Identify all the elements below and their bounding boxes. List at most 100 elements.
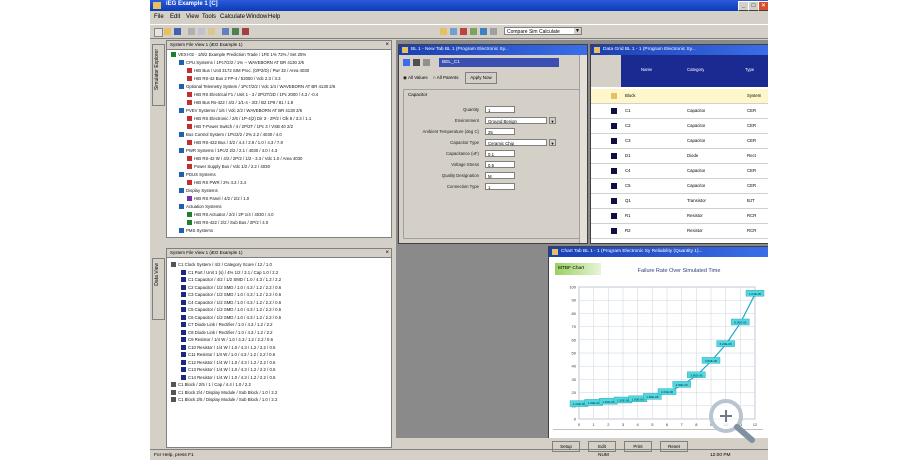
tree-item[interactable]: HIB RS PWR / 2% 4.2 / 3.4 <box>187 179 246 186</box>
paste-icon[interactable] <box>208 28 215 35</box>
chevron-down-icon[interactable]: ▼ <box>574 28 581 34</box>
properties-scrollbar[interactable] <box>579 55 587 243</box>
tree-item[interactable]: HIB Bus Rs-422 / 4/2 / 1/1-4 - 3/3 / B2 … <box>187 99 293 106</box>
tree-item[interactable]: C11 Resistor / 1/4 W / 1.0 / 4.3 / 1.2 /… <box>181 351 275 358</box>
menu-tools[interactable]: Tools <box>202 14 216 20</box>
table-row[interactable]: R1 Resistor RCR <box>591 209 768 224</box>
tree-item[interactable]: VEXI-02 - 1/8/2 Example Prediction Trade… <box>171 51 306 58</box>
tree-item[interactable]: C3 Capacitor / 1/2 SMD / 1.0 / 4.3 / 1.2… <box>181 291 281 298</box>
tree-item[interactable]: HIB RS Electronic / 2/6 / 1P-4(2) Dir 3 … <box>187 115 311 122</box>
new-icon[interactable] <box>154 28 163 37</box>
chart-icon[interactable] <box>460 28 467 35</box>
nav-back-icon[interactable] <box>403 59 410 66</box>
stop-icon[interactable] <box>242 28 249 35</box>
tree-item[interactable]: PWR Systems / 1Pc/2 2/2 / 2.1 / 4030 / 4… <box>179 147 277 154</box>
chart-titlebar[interactable]: Chart Tab BL 1 - 1 (Program Electronic S… <box>549 247 768 257</box>
table-row[interactable]: C1 Capacitor CER <box>591 104 768 119</box>
calc-icon[interactable] <box>232 28 239 35</box>
property-value[interactable]: 1 <box>485 106 515 113</box>
menu-file[interactable]: File <box>154 14 164 20</box>
tree-item[interactable]: Actuation Systems <box>179 203 222 210</box>
tree-item[interactable]: C1 Block 2/5 / Display Module / Sub Bloc… <box>171 396 277 403</box>
tree-item[interactable]: Power Supply Bus / Vdc 1/2 / 2.2 / 4030 <box>187 163 270 170</box>
column-header-category[interactable]: Category <box>687 65 704 75</box>
tree-item[interactable]: HIB RS Panel / 4/2 / 2/2 / 1.0 <box>187 195 249 202</box>
column-header-type[interactable]: Type <box>745 65 754 75</box>
tree-item[interactable]: HIB T-Power Switch / 4 / 2P/2T / 1Pc 3 /… <box>187 123 293 130</box>
copy-icon[interactable] <box>198 28 205 35</box>
column-header-name[interactable]: Name <box>641 65 652 75</box>
property-value[interactable]: Ground Benign <box>485 117 547 124</box>
tree-item[interactable]: C6 Capacitor / 1/2 SMD / 1.0 / 4.3 / 1.2… <box>181 314 281 321</box>
tab-data-view[interactable]: Data View <box>152 258 165 320</box>
table-row[interactable]: R2 Resistor RCR <box>591 224 768 239</box>
refresh-icon[interactable] <box>423 59 430 66</box>
menu-view[interactable]: View <box>186 14 199 20</box>
close-icon[interactable]: × <box>385 249 389 257</box>
print-icon[interactable] <box>222 28 229 35</box>
tree-item[interactable]: C14 Resistor / 1/4 W / 1.0 / 4.3 / 1.2 /… <box>181 374 275 381</box>
menu-window[interactable]: Window <box>246 14 267 20</box>
item-name-field[interactable]: BEL_C1 <box>439 58 559 67</box>
table-row[interactable]: C5 Capacitor CER <box>591 179 768 194</box>
tree-item[interactable]: C12 Resistor / 1/4 W / 1.0 / 4.3 / 1.2 /… <box>181 359 275 366</box>
tree-item[interactable]: HIB RS Actuator / 2/2 / 2P 1/4 / 4030 / … <box>187 211 273 218</box>
tree-item[interactable]: HIB RS-422 / 2/2 / Sub Bus / 2P/2 / 4.0 <box>187 219 268 226</box>
property-value[interactable]: 1 <box>485 183 515 190</box>
close-button[interactable]: × <box>758 1 768 11</box>
tree-item[interactable]: C1 Block / 2/5 / 1 / Cap / 4.4 / 1.0 / 2… <box>171 381 251 388</box>
menu-edit[interactable]: Edit <box>170 14 180 20</box>
tab-simulator-explorer[interactable]: Simulator Explorer <box>152 44 165 106</box>
tree-item[interactable]: C1 Part / Unit 1 (s) / 4% 1/2 / 3.1 / Ca… <box>181 269 278 276</box>
tree-item[interactable]: CPU Systems / 1Pc7/2/2 / 1% -- WAVEBORN … <box>179 59 304 66</box>
tree-item[interactable]: C13 Resistor / 1/4 W / 1.0 / 4.3 / 1.2 /… <box>181 366 275 373</box>
save-icon[interactable] <box>174 28 181 35</box>
open-icon[interactable] <box>164 28 171 35</box>
radio-all-parents[interactable]: ○ All Parents <box>433 75 459 80</box>
tree-item[interactable]: C2 Capacitor / 1/2 SMD / 1.0 / 4.3 / 1.2… <box>181 284 281 291</box>
tree-item[interactable]: C7 Diode Link / Rectifier / 1.0 / 4.3 / … <box>181 321 273 328</box>
property-value[interactable]: M <box>485 172 515 179</box>
report-icon[interactable] <box>470 28 477 35</box>
tree-item[interactable]: C8 Diode Link / Rectifier / 1.0 / 4.3 / … <box>181 329 273 336</box>
tree-item[interactable]: C10 Resistor / 1/4 W / 1.0 / 4.3 / 1.2 /… <box>181 344 275 351</box>
properties-window[interactable]: BL 1 - New Tab BL 1 (Program Electronic … <box>398 44 588 244</box>
grid-titlebar[interactable]: Data Grid BL 1 - 1 (Program Electronic S… <box>591 45 768 55</box>
chevron-down-icon[interactable]: ▼ <box>549 117 556 124</box>
close-icon[interactable]: × <box>385 41 389 49</box>
grid-window[interactable]: Data Grid BL 1 - 1 (Program Electronic S… <box>590 44 768 244</box>
property-value[interactable]: 0.5 <box>485 161 515 168</box>
tree-item[interactable]: Bus Control System / 1Pc/2/2 / 2% 2.2 / … <box>179 131 282 138</box>
tree-item[interactable]: PDUS Systems <box>179 171 216 178</box>
tree-item[interactable]: C5 Capacitor / 1/2 SMD / 1.0 / 4.3 / 1.2… <box>181 306 281 313</box>
table-row[interactable]: Q1 Transistor BJT <box>591 194 768 209</box>
property-value[interactable]: Ceramic Chip <box>485 139 547 146</box>
tree-item[interactable]: C1 Block 2/4 / Display Module / Sub Bloc… <box>171 389 277 396</box>
table-row[interactable]: Block System <box>591 89 768 104</box>
zoom-magnifier-icon[interactable] <box>706 396 762 446</box>
properties-titlebar[interactable]: BL 1 - New Tab BL 1 (Program Electronic … <box>399 45 587 55</box>
tree-item[interactable]: C1 Capacitor / 4/2 / 1/2 SMD / 1.0 / 4.3… <box>181 276 281 283</box>
grid-icon[interactable] <box>450 28 457 35</box>
tree-item[interactable]: C9 Resistor / 1/4 W / 1.0 / 4.3 / 1.2 / … <box>181 336 273 343</box>
tree-item[interactable]: PMS Systems <box>179 227 213 234</box>
tree-item[interactable]: Display Systems <box>179 187 218 194</box>
tree-item[interactable]: PVEV Systems / 1/6 / Vdc 2/2 / WAVEBORN … <box>179 107 302 114</box>
table-row[interactable]: C4 Capacitor CER <box>591 164 768 179</box>
table-row[interactable]: D1 Diode Rect <box>591 149 768 164</box>
apply-button[interactable]: Apply Now <box>465 72 497 84</box>
calc-mode-select[interactable]: Compare Sim Calculate ▼ <box>504 27 582 35</box>
chevron-down-icon[interactable]: ▼ <box>549 139 556 146</box>
table-row[interactable]: C2 Capacitor CER <box>591 119 768 134</box>
help-icon[interactable] <box>490 28 497 35</box>
properties-icon[interactable] <box>480 28 487 35</box>
folder-icon[interactable] <box>440 28 447 35</box>
property-value[interactable]: 25 <box>485 128 515 135</box>
tree-item[interactable]: HIB RS-42 W / 4/2 / 2P/2 / 1/2 - 3.3 / V… <box>187 155 302 162</box>
tree-item[interactable]: Optional Telemetry System / 1Pc7/2/2 / V… <box>179 83 335 90</box>
cut-icon[interactable] <box>188 28 195 35</box>
nav-forward-icon[interactable] <box>413 59 420 66</box>
title-bar[interactable]: iEG Example 1 [C] _ □ × <box>150 0 768 11</box>
tree-item[interactable]: HIB Bus / Unit 3172 SIM Proc. (0/P2/D) /… <box>187 67 309 74</box>
menu-calculate[interactable]: Calculate <box>220 14 245 20</box>
